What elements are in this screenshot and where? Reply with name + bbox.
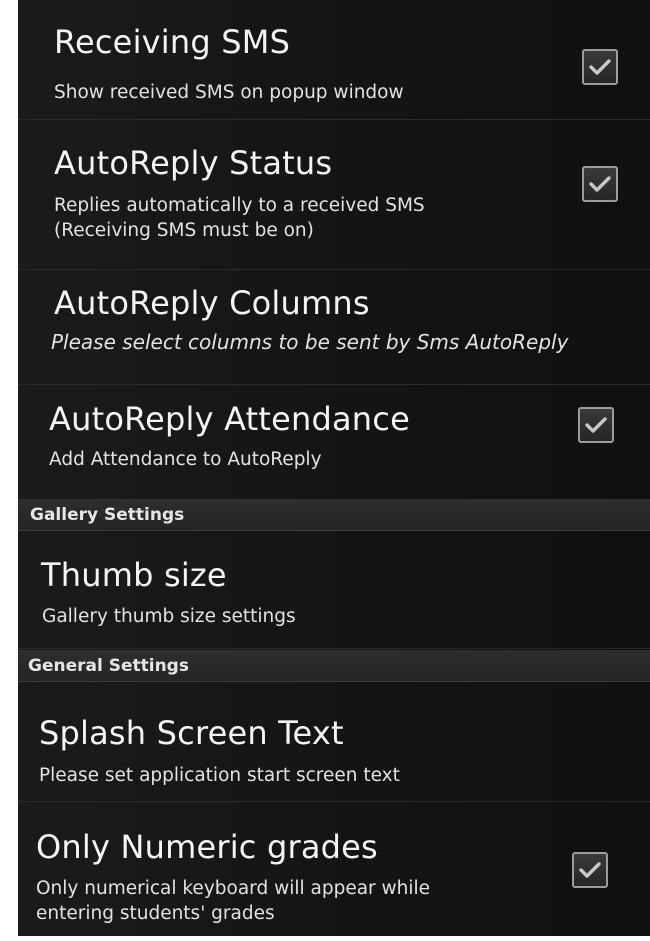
autoreply-attendance-checkbox[interactable] [578, 407, 614, 443]
pref-only-numeric-grades[interactable]: Only Numeric grades Only numerical keybo… [18, 802, 650, 936]
checkmark-icon [589, 176, 611, 192]
settings-screen: Receiving SMS Show received SMS on popup… [18, 0, 650, 936]
pref-title: Thumb size [41, 556, 227, 594]
pref-autoreply-attendance[interactable]: AutoReply Attendance Add Attendance to A… [18, 385, 650, 500]
checkmark-icon [589, 59, 611, 75]
section-header-gallery: Gallery Settings [18, 499, 650, 531]
pref-receiving-sms[interactable]: Receiving SMS Show received SMS on popup… [18, 0, 650, 120]
pref-title: Receiving SMS [54, 23, 291, 61]
pref-summary: Show received SMS on popup window [54, 82, 404, 103]
pref-summary: Replies automatically to a received SMS … [54, 195, 425, 241]
section-header-general: General Settings [18, 650, 650, 682]
section-label: Gallery Settings [30, 505, 185, 525]
pref-title: AutoReply Columns [54, 284, 370, 322]
pref-summary: Add Attendance to AutoReply [49, 449, 322, 470]
pref-thumb-size[interactable]: Thumb size Gallery thumb size settings [18, 531, 650, 649]
section-label: General Settings [28, 656, 189, 676]
pref-title: AutoReply Attendance [49, 400, 410, 438]
pref-title: Only Numeric grades [36, 828, 378, 866]
checkmark-icon [579, 862, 601, 878]
pref-splash-screen-text[interactable]: Splash Screen Text Please set applicatio… [18, 682, 650, 802]
receiving-sms-checkbox[interactable] [582, 49, 618, 85]
pref-summary: Only numerical keyboard will appear whil… [36, 878, 431, 924]
pref-title: AutoReply Status [54, 144, 333, 182]
pref-autoreply-status[interactable]: AutoReply Status Replies automatically t… [18, 120, 650, 270]
autoreply-status-checkbox[interactable] [582, 166, 618, 202]
pref-autoreply-columns[interactable]: AutoReply Columns Please select columns … [18, 270, 650, 385]
pref-summary: Please set application start screen text [39, 765, 400, 786]
pref-summary: Gallery thumb size settings [42, 606, 296, 627]
pref-title: Splash Screen Text [39, 714, 344, 752]
checkmark-icon [585, 417, 607, 433]
pref-summary: Please select columns to be sent by Sms … [51, 330, 569, 354]
only-numeric-grades-checkbox[interactable] [572, 852, 608, 888]
